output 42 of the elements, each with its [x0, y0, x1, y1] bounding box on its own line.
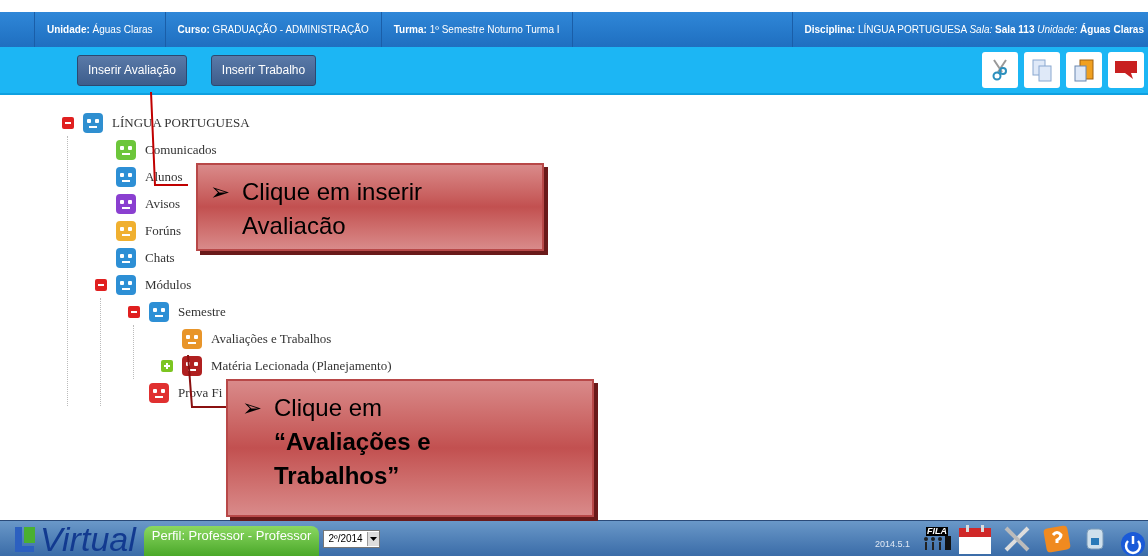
toolbar-button[interactable]: Inserir Trabalho — [210, 54, 317, 86]
scissors-icon[interactable] — [982, 52, 1018, 88]
minus-icon[interactable] — [95, 278, 107, 291]
bullet-arrow: ➢ — [210, 177, 231, 207]
tree-item[interactable]: Chats — [145, 247, 175, 268]
help-icon[interactable] — [1108, 52, 1144, 88]
paste-icon[interactable] — [1066, 52, 1102, 88]
discipline-info: Disciplina: LÍNGUA PORTUGUESA Sala: Sala 113 Unidade: Águas Claras — [804, 22, 1144, 37]
minus-icon[interactable] — [62, 116, 74, 129]
lock-icon[interactable] — [1086, 526, 1104, 551]
power-icon[interactable] — [1120, 530, 1146, 556]
callout-text: Clique em “Avaliações e Trabalhos” — [274, 393, 432, 491]
queue-label: FILA — [926, 527, 948, 536]
callout-text: Clique em inserir Avaliacão — [242, 177, 424, 241]
tree-item[interactable]: Avaliações e Trabalhos — [211, 328, 332, 349]
module-icon — [82, 111, 104, 134]
tree-item[interactable]: Módulos — [145, 274, 192, 295]
version-text: 2014.5.1 — [874, 537, 910, 551]
minus-icon[interactable] — [128, 305, 140, 318]
module-icon — [148, 300, 170, 323]
module-icon — [115, 246, 137, 269]
calendar-icon[interactable] — [958, 523, 992, 554]
tree-item[interactable]: Avisos — [145, 193, 181, 214]
period-select[interactable]: 2º/2014 — [323, 529, 380, 548]
tree-item[interactable]: Matéria Lecionada (Planejamento) — [211, 355, 392, 376]
module-icon — [181, 327, 203, 350]
module-icon — [148, 381, 170, 404]
module-icon — [181, 354, 203, 377]
header-field: Unidade: Águas Claras — [47, 22, 153, 37]
module-icon — [115, 219, 137, 242]
toolbar-button[interactable]: Inserir Avaliação — [77, 54, 187, 86]
help-book-icon[interactable] — [1042, 523, 1072, 554]
tree-item[interactable]: Semestre — [178, 301, 226, 322]
module-icon — [115, 138, 137, 161]
tree-item[interactable]: Forúns — [145, 220, 182, 241]
module-icon — [115, 273, 137, 296]
module-icon — [115, 192, 137, 215]
header-field: Curso: GRADUAÇÃO - ADMINISTRAÇÃO — [177, 22, 369, 37]
module-icon — [115, 165, 137, 188]
bullet-arrow: ➢ — [242, 393, 263, 423]
logo-text: Virtual — [39, 521, 136, 556]
header-field: Turma: 1º Semestre Noturno Turma I — [393, 22, 560, 37]
